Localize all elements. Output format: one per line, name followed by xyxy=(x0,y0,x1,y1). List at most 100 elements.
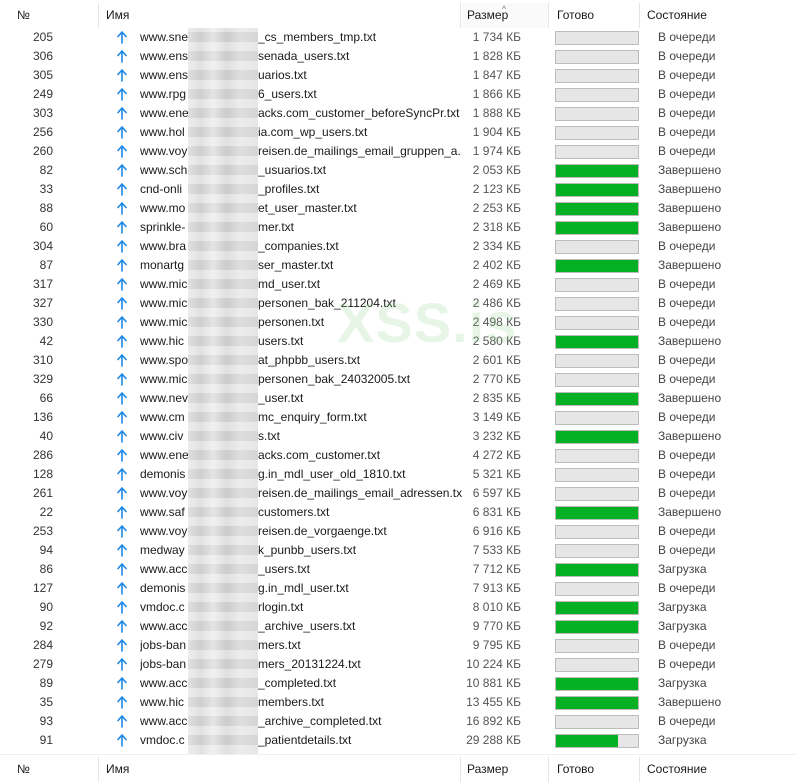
transfer-row[interactable]: 92 www.acc _archive_users.txt 9 770 КБ Загру… xyxy=(0,617,797,636)
file-name-start: www.civ xyxy=(140,429,184,443)
transfer-row[interactable]: 88 www.mo et_user_master.txt 2 253 КБ Заверш… xyxy=(0,199,797,218)
transfer-row[interactable]: 279 jobs-ban mers_20131224.txt 10 224 КБ В о… xyxy=(0,655,797,674)
upload-arrow-icon xyxy=(116,126,128,139)
column-header-done[interactable]: Готово xyxy=(552,3,640,28)
transfer-row[interactable]: 82 www.sch _usuarios.txt 2 053 КБ Завершено xyxy=(0,161,797,180)
transfer-row[interactable]: 127 demonis g.in_mdl_user.txt 7 913 КБ В оче… xyxy=(0,579,797,598)
transfer-row[interactable]: 66 www.nev _user.txt 2 835 КБ Завершено xyxy=(0,389,797,408)
transfer-row[interactable]: 33 cnd-onli _profiles.txt 2 123 КБ Завершено xyxy=(0,180,797,199)
upload-arrow-icon xyxy=(116,31,128,44)
transfer-row[interactable]: 94 medway k_punbb_users.txt 7 533 КБ В очере… xyxy=(0,541,797,560)
transfer-row[interactable]: 89 www.acc _completed.txt 10 881 КБ Загрузка xyxy=(0,674,797,693)
file-name-end: reisen.de_mailings_email_adressen.txt xyxy=(258,486,462,500)
row-number: 33 xyxy=(39,182,53,196)
transfer-row[interactable]: 91 vmdoc.c _patientdetails.txt 29 288 КБ Заг… xyxy=(0,731,797,750)
transfer-row[interactable]: 128 demonis g.in_mdl_user_old_1810.txt 5 32… xyxy=(0,465,797,484)
upload-arrow-icon xyxy=(116,696,128,709)
progress-fill xyxy=(556,507,638,519)
column-header-name[interactable]: Имя xyxy=(101,3,461,28)
transfer-row[interactable]: 42 www.hic users.txt 2 580 КБ Завершено xyxy=(0,332,797,351)
row-number: 94 xyxy=(39,543,53,557)
transfer-state: В очереди xyxy=(658,144,716,158)
row-number: 22 xyxy=(39,505,53,519)
column-header-state[interactable]: Состояние xyxy=(642,3,730,28)
progress-bar xyxy=(555,50,639,64)
transfer-state: В очереди xyxy=(658,581,716,595)
transfer-row[interactable]: 90 vmdoc.c rlogin.txt 8 010 КБ Загрузка xyxy=(0,598,797,617)
column-header-number[interactable]: № xyxy=(12,3,99,28)
transfer-row[interactable]: 329 www.mic personen_bak_24032005.txt 2 770… xyxy=(0,370,797,389)
file-name-end: members.txt xyxy=(258,695,325,709)
transfer-row[interactable]: 35 www.hic members.txt 13 455 КБ Завершено xyxy=(0,693,797,712)
column-header-name[interactable]: Имя xyxy=(101,757,461,782)
file-name-end: customers.txt xyxy=(258,505,330,519)
row-number: 35 xyxy=(39,695,53,709)
transfer-row[interactable]: 286 www.ene acks.com_customer.txt 4 272 КБ В… xyxy=(0,446,797,465)
row-number: 253 xyxy=(32,524,53,538)
progress-fill xyxy=(556,260,638,272)
column-header-size[interactable]: Размер xyxy=(462,757,549,782)
file-name-start: www.cm xyxy=(140,410,185,424)
transfer-state: Завершено xyxy=(658,391,722,405)
file-size: 1 888 КБ xyxy=(472,106,521,120)
file-name-start: www.voy xyxy=(140,486,188,500)
column-header-state[interactable]: Состояние xyxy=(642,757,730,782)
transfer-row[interactable]: 284 jobs-ban mers.txt 9 795 КБ В очереди xyxy=(0,636,797,655)
transfer-state: В очереди xyxy=(658,467,716,481)
file-name-end: senada_users.txt xyxy=(258,49,350,63)
file-size: 2 402 КБ xyxy=(472,258,521,272)
file-name-start: demonis xyxy=(140,467,186,481)
file-name-end: g.in_mdl_user_old_1810.txt xyxy=(258,467,406,481)
progress-fill xyxy=(556,165,638,177)
transfer-row[interactable]: 327 www.mic personen_bak_211204.txt 2 486 К… xyxy=(0,294,797,313)
progress-bar xyxy=(555,563,639,577)
upload-arrow-icon xyxy=(116,544,128,557)
transfer-row[interactable]: 330 www.mic personen.txt 2 498 КБ В очереди xyxy=(0,313,797,332)
file-name-start: www.nev xyxy=(140,391,189,405)
file-name-end: personen.txt xyxy=(258,315,325,329)
row-number: 93 xyxy=(39,714,53,728)
column-header-number[interactable]: № xyxy=(12,757,99,782)
upload-arrow-icon xyxy=(116,221,128,234)
upload-arrow-icon xyxy=(116,164,128,177)
transfer-row[interactable]: 261 www.voy reisen.de_mailings_email_adres… xyxy=(0,484,797,503)
transfer-row[interactable]: 260 www.voy reisen.de_mailings_email_grupp… xyxy=(0,142,797,161)
transfer-row[interactable]: 317 www.mic md_user.txt 2 469 КБ В очереди xyxy=(0,275,797,294)
row-number: 304 xyxy=(32,239,53,253)
transfer-row[interactable]: 86 www.acc _users.txt 7 712 КБ Загрузка xyxy=(0,560,797,579)
file-name-start: www.acc xyxy=(140,676,188,690)
transfer-row[interactable]: 60 sprinkle-mer.txt 2 318 КБ Завершено xyxy=(0,218,797,237)
transfer-row[interactable]: 310 www.spo at_phpbb_users.txt 2 601 КБ В оч… xyxy=(0,351,797,370)
file-size: 3 149 КБ xyxy=(472,410,521,424)
upload-arrow-icon xyxy=(116,601,128,614)
file-name-end: _companies.txt xyxy=(258,239,339,253)
file-name-start: www.voy xyxy=(140,144,188,158)
transfer-state: Загрузка xyxy=(658,600,707,614)
row-number: 205 xyxy=(32,30,53,44)
transfer-row[interactable]: 87 monartg ser_master.txt 2 402 КБ Завершено xyxy=(0,256,797,275)
transfer-row[interactable]: 249 www.rpg 6_users.txt 1 866 КБ В очереди xyxy=(0,85,797,104)
transfer-row[interactable]: 93 www.acc _archive_completed.txt 16 892 КБ… xyxy=(0,712,797,731)
file-name-start: vmdoc.c xyxy=(140,733,185,747)
transfer-row[interactable]: 205 www.sne _cs_members_tmp.txt 1 734 КБ В о… xyxy=(0,28,797,47)
column-header-done[interactable]: Готово xyxy=(552,757,640,782)
file-name-end: mers.txt xyxy=(258,638,301,652)
transfer-row[interactable]: 22 www.saf customers.txt 6 831 КБ Завершено xyxy=(0,503,797,522)
row-number: 317 xyxy=(32,277,53,291)
file-size: 2 469 КБ xyxy=(472,277,521,291)
transfer-row[interactable]: 253 www.voy reisen.de_vorgaenge.txt 6 916 К… xyxy=(0,522,797,541)
transfer-row[interactable]: 303 www.ene acks.com_customer_beforeSyncPr… xyxy=(0,104,797,123)
column-header-size[interactable]: Размер ^ xyxy=(462,3,549,28)
transfer-row[interactable]: 305 www.ens uarios.txt 1 847 КБ В очереди xyxy=(0,66,797,85)
progress-fill xyxy=(556,336,638,348)
file-name-end: k_punbb_users.txt xyxy=(258,543,357,557)
row-number: 82 xyxy=(39,163,53,177)
transfer-row[interactable]: 304 www.bra _companies.txt 2 334 КБ В очеред… xyxy=(0,237,797,256)
transfer-row[interactable]: 136 www.cm mc_enquiry_form.txt 3 149 КБ В оч… xyxy=(0,408,797,427)
transfer-row[interactable]: 40 www.civ s.txt 3 232 КБ Завершено xyxy=(0,427,797,446)
transfer-row[interactable]: 256 www.hol ia.com_wp_users.txt 1 904 КБ В о… xyxy=(0,123,797,142)
file-size: 6 831 КБ xyxy=(472,505,521,519)
transfer-state: Завершено xyxy=(658,220,722,234)
file-name-end: _user.txt xyxy=(258,391,304,405)
transfer-row[interactable]: 306 www.ens senada_users.txt 1 828 КБ В очер… xyxy=(0,47,797,66)
